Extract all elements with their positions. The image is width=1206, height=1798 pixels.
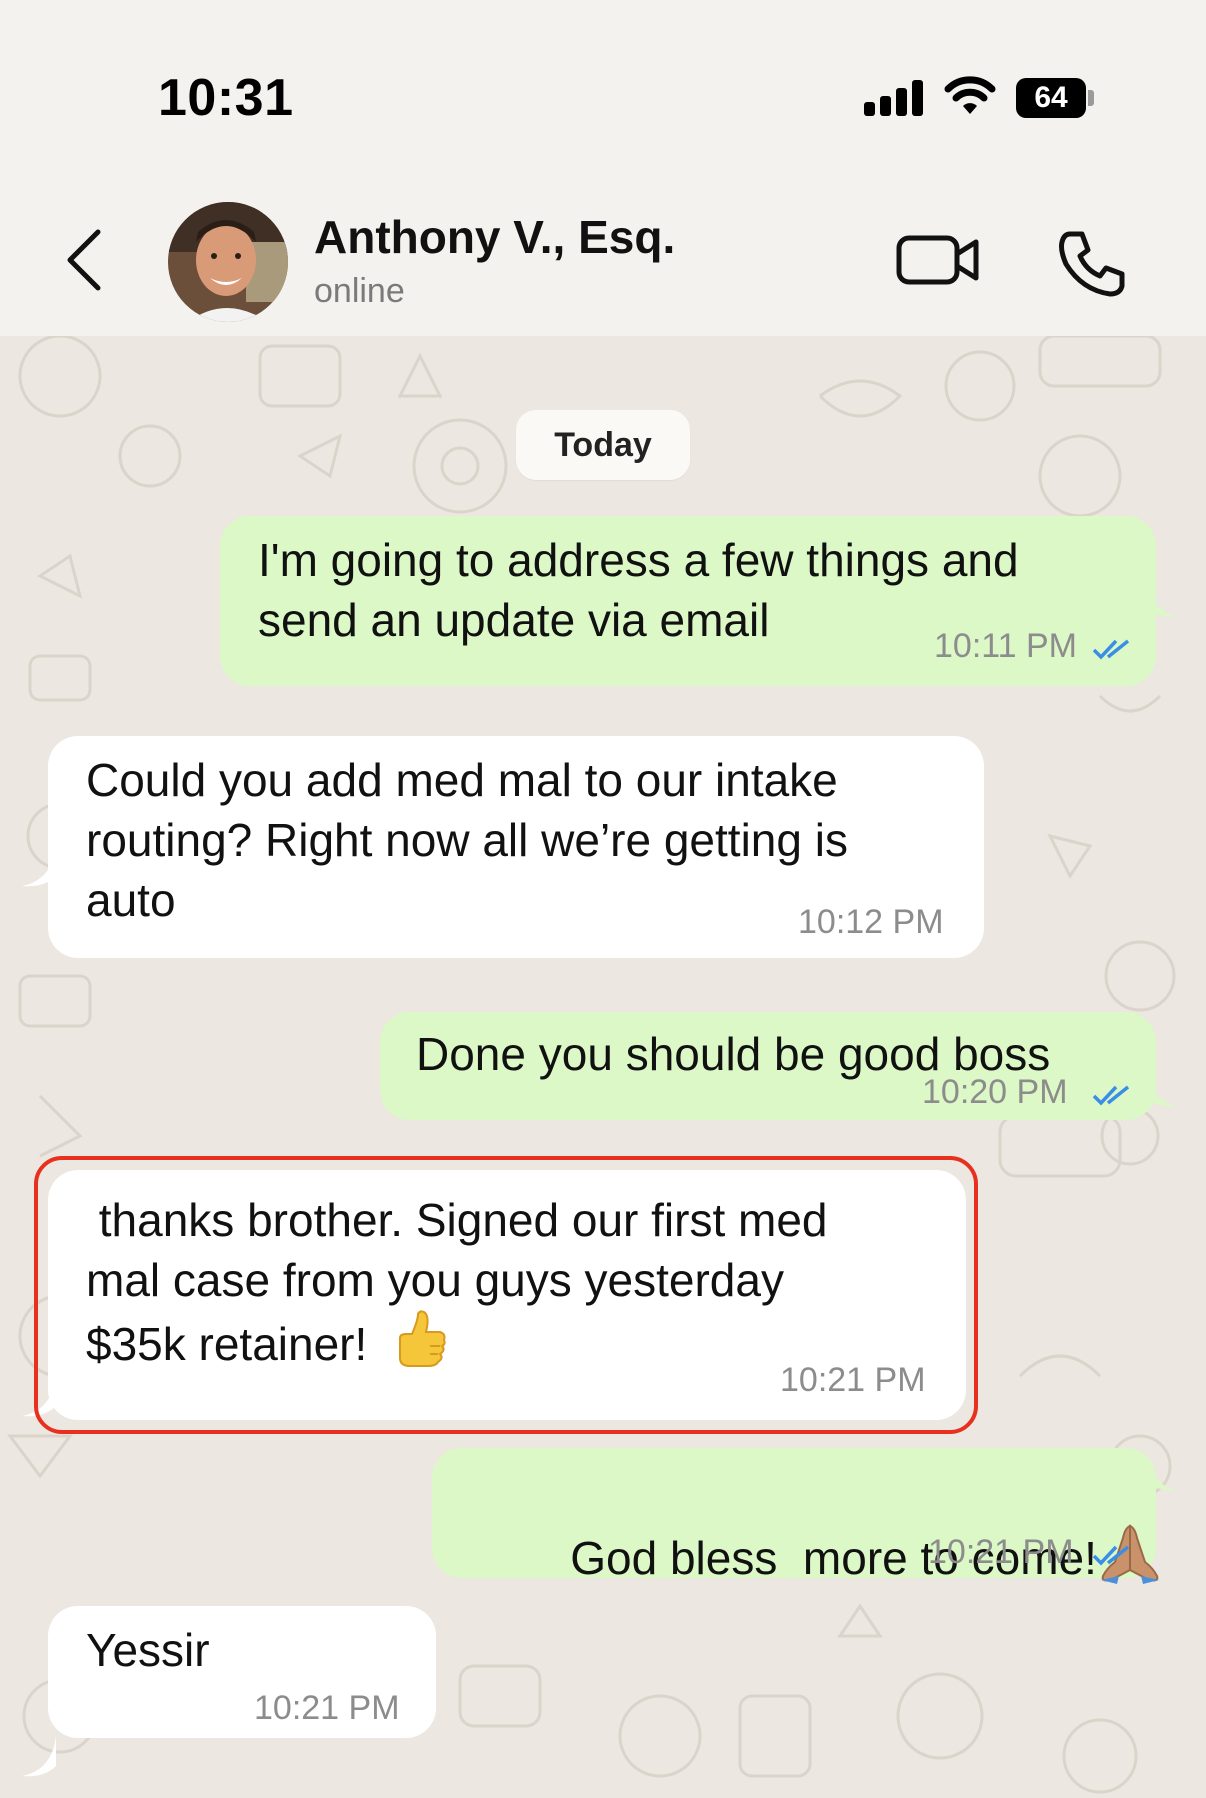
battery-level: 64 xyxy=(1016,78,1086,118)
message-time: 10:20 PM xyxy=(922,1073,1068,1111)
signal-icon xyxy=(864,80,924,116)
status-bar: 10:31 64 xyxy=(0,0,1206,160)
message-text: Yessir xyxy=(86,1624,210,1676)
chat-area[interactable]: Today I'm going to address a few things … xyxy=(0,336,1206,1798)
status-time: 10:31 xyxy=(158,69,294,127)
bubble-tail xyxy=(22,1736,56,1777)
message-bubble-incoming[interactable]: Yessir 10:21 PM xyxy=(48,1606,436,1738)
contact-status: online xyxy=(314,272,405,310)
message-bubble-outgoing[interactable]: God bless more to come! 10:21 PM xyxy=(432,1448,1159,1584)
message-time: 10:21 PM xyxy=(254,1689,400,1727)
battery-icon: 64 xyxy=(1016,78,1094,118)
contact-name[interactable]: Anthony V., Esq. xyxy=(314,210,675,264)
message-time: 10:12 PM xyxy=(798,903,944,941)
double-check-icon xyxy=(1092,639,1130,660)
message-text: routing? Right now all we’re getting is xyxy=(86,814,848,866)
message-bubble-outgoing[interactable]: I'm going to address a few things and se… xyxy=(220,516,1156,686)
back-chevron-icon[interactable] xyxy=(60,228,110,292)
message-text: send an update via email xyxy=(258,594,770,646)
message-text: I'm going to address a few things and xyxy=(258,534,1019,586)
wifi-icon xyxy=(944,76,996,114)
date-separator: Today xyxy=(516,410,690,480)
video-call-icon[interactable] xyxy=(896,230,980,290)
message-text: Could you add med mal to our intake xyxy=(86,754,838,806)
message-time: 10:21 PM xyxy=(928,1533,1074,1571)
message-text: auto xyxy=(86,874,176,926)
double-check-icon xyxy=(1092,1085,1130,1106)
chat-screen: 10:31 64 Anthony V., Esq. online Today I… xyxy=(0,0,1206,1798)
message-bubble-outgoing[interactable]: Done you should be good boss 10:20 PM xyxy=(380,1012,1156,1120)
highlight-box xyxy=(34,1156,978,1434)
avatar[interactable] xyxy=(168,202,288,322)
double-check-icon xyxy=(1092,1545,1130,1566)
chat-header: Anthony V., Esq. online xyxy=(0,160,1206,336)
message-time: 10:11 PM xyxy=(934,627,1078,665)
phone-icon[interactable] xyxy=(1056,228,1126,298)
message-bubble-incoming[interactable]: Could you add med mal to our intake rout… xyxy=(48,736,984,958)
